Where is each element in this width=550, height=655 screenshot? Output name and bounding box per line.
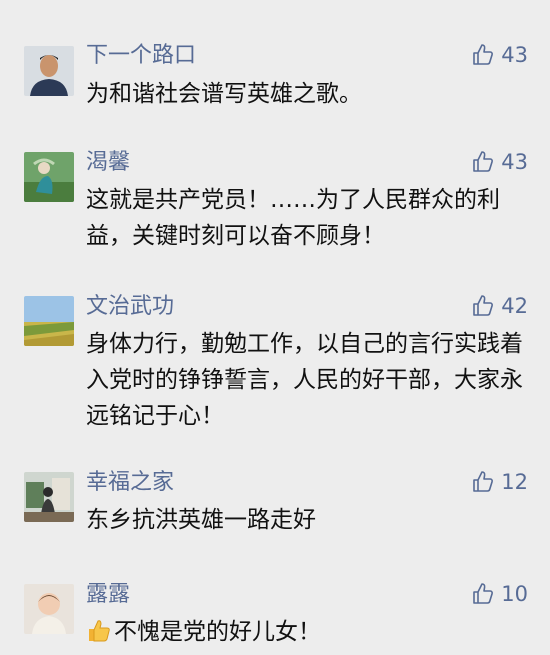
comment-text: 东乡抗洪英雄一路走好 [86, 507, 316, 533]
commenter-name[interactable]: 露露 [86, 580, 130, 610]
like-button[interactable]: 43 [471, 40, 528, 70]
like-count: 43 [501, 43, 528, 67]
thumbs-up-icon [471, 43, 495, 67]
comment-text: 这就是共产党员！……为了人民群众的利益，关键时刻可以奋不顾身！ [86, 187, 500, 249]
comment-text: 为和谐社会谱写英雄之歌。 [86, 81, 362, 107]
avatar[interactable] [24, 296, 74, 346]
avatar[interactable] [24, 472, 74, 522]
comment-text: 身体力行，勤勉工作，以自己的言行实践着入党时的铮铮誓言，人民的好干部，大家永远铭… [86, 331, 523, 429]
like-button[interactable]: 12 [471, 467, 528, 497]
like-button[interactable]: 10 [471, 579, 528, 609]
commenter-name[interactable]: 渴馨 [86, 148, 130, 178]
comment-text: 不愧是党的好儿女！ [114, 619, 321, 645]
like-button[interactable]: 43 [471, 147, 528, 177]
thumbs-up-emoji-icon [86, 618, 112, 644]
thumbs-up-icon [471, 294, 495, 318]
like-button[interactable]: 42 [471, 291, 528, 321]
like-count: 10 [501, 582, 528, 606]
commenter-name[interactable]: 幸福之家 [86, 468, 174, 498]
thumbs-up-icon [471, 470, 495, 494]
thumbs-up-icon [471, 150, 495, 174]
like-count: 42 [501, 294, 528, 318]
avatar[interactable] [24, 584, 74, 634]
comment-text-row: 不愧是党的好儿女！ [86, 614, 531, 650]
like-count: 12 [501, 470, 528, 494]
avatar[interactable] [24, 152, 74, 202]
thumbs-up-icon [471, 582, 495, 606]
commenter-name[interactable]: 下一个路口 [86, 41, 196, 71]
like-count: 43 [501, 150, 528, 174]
commenter-name[interactable]: 文治武功 [86, 292, 174, 322]
avatar[interactable] [24, 46, 74, 96]
